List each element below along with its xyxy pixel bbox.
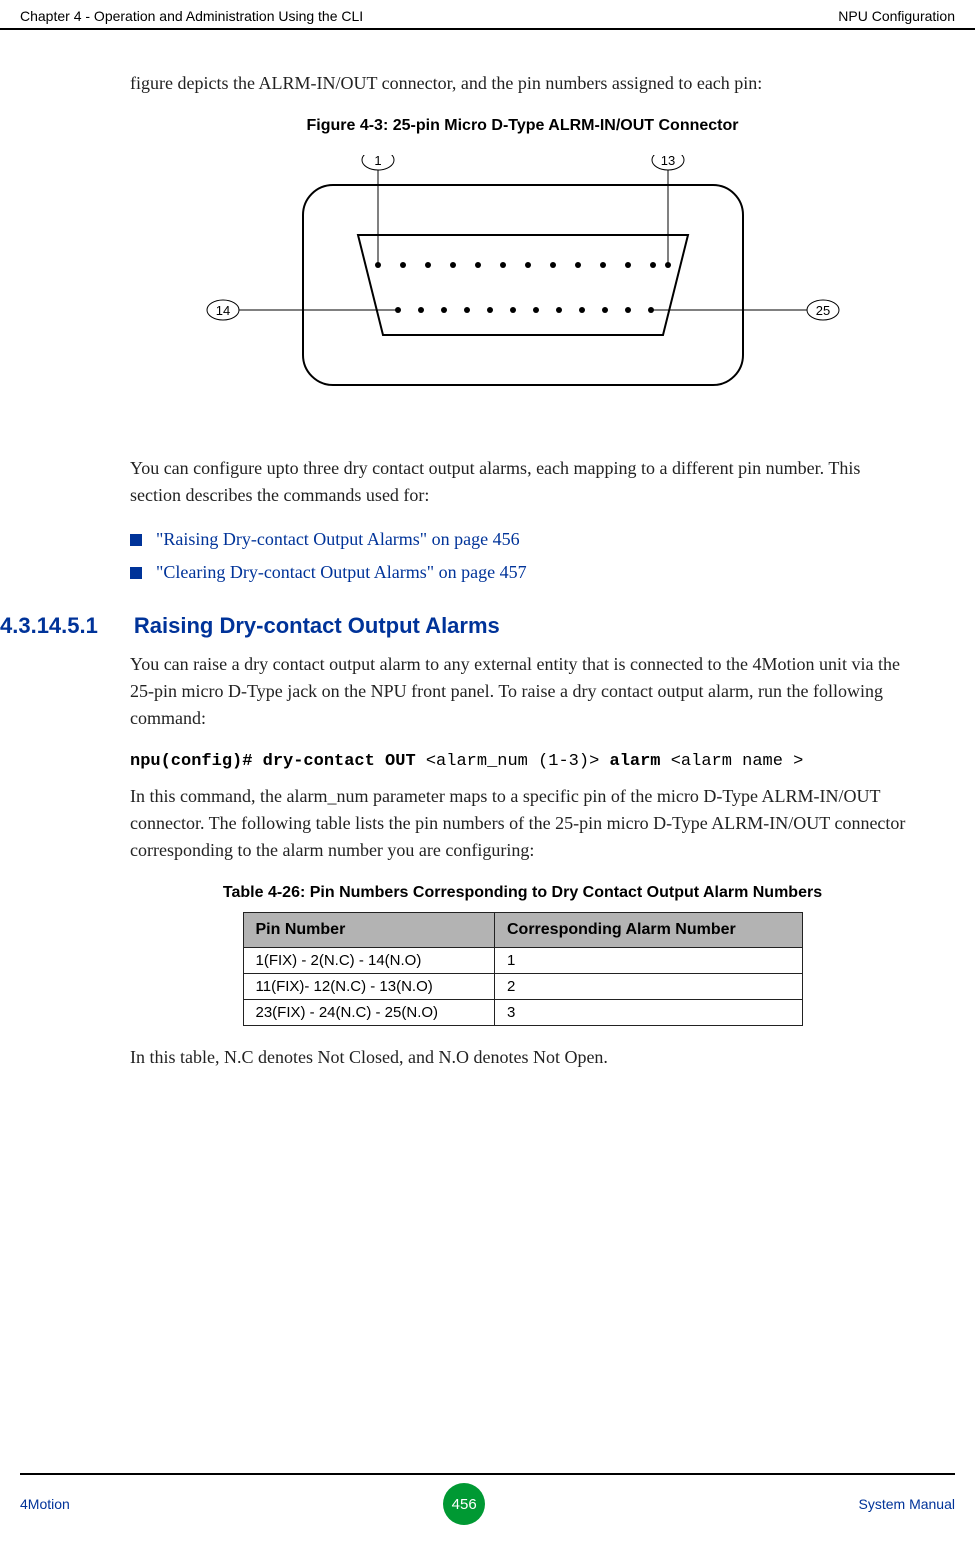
- after-figure-paragraph: You can configure upto three dry contact…: [130, 455, 915, 509]
- pin-table: Pin Number Corresponding Alarm Number 1(…: [243, 912, 803, 1026]
- section-heading: 4.3.14.5.1 Raising Dry-contact Output Al…: [0, 613, 915, 639]
- command-param: <alarm_num (1-3)>: [426, 752, 599, 771]
- header-right: NPU Configuration: [838, 8, 955, 24]
- intro-paragraph: figure depicts the ALRM-IN/OUT connector…: [130, 70, 915, 97]
- bullet-icon: [130, 567, 142, 579]
- footer-line: 4Motion 456 System Manual: [20, 1473, 955, 1525]
- table-caption: Table 4-26: Pin Numbers Corresponding to…: [130, 884, 915, 902]
- table-row: 23(FIX) - 24(N.C) - 25(N.O) 3: [243, 1000, 802, 1026]
- connector-diagram: 1 13 14 25: [130, 155, 915, 415]
- table-cell: 11(FIX)- 12(N.C) - 13(N.O): [243, 974, 494, 1000]
- section-title: Raising Dry-contact Output Alarms: [134, 613, 500, 639]
- table-cell: 3: [494, 1000, 802, 1026]
- table-cell: 1: [494, 948, 802, 974]
- connector-svg: 1 13 14 25: [203, 155, 843, 415]
- table-cell: 2: [494, 974, 802, 1000]
- table-header-row: Pin Number Corresponding Alarm Number: [243, 913, 802, 948]
- link-list: "Raising Dry-contact Output Alarms" on p…: [130, 529, 915, 583]
- table-header-alarm: Corresponding Alarm Number: [494, 913, 802, 948]
- footer-left: 4Motion: [20, 1496, 70, 1512]
- link-item-raising[interactable]: "Raising Dry-contact Output Alarms" on p…: [130, 529, 915, 550]
- section-paragraph-3: In this table, N.C denotes Not Closed, a…: [130, 1044, 915, 1071]
- section-paragraph-1: You can raise a dry contact output alarm…: [130, 651, 915, 732]
- footer-right: System Manual: [859, 1496, 955, 1512]
- bullet-icon: [130, 534, 142, 546]
- link-item-clearing[interactable]: "Clearing Dry-contact Output Alarms" on …: [130, 562, 915, 583]
- figure-caption: Figure 4-3: 25-pin Micro D-Type ALRM-IN/…: [130, 117, 915, 135]
- link-text: "Clearing Dry-contact Output Alarms" on …: [156, 562, 527, 583]
- page-header: Chapter 4 - Operation and Administration…: [0, 0, 975, 30]
- command-text-2: alarm: [599, 752, 670, 771]
- pin-label-1: 1: [374, 155, 381, 168]
- command-text: npu(config)# dry-contact OUT: [130, 752, 426, 771]
- page-number: 456: [443, 1483, 485, 1525]
- section-number: 4.3.14.5.1: [0, 613, 98, 639]
- command-param-2: <alarm name >: [671, 752, 804, 771]
- table-cell: 23(FIX) - 24(N.C) - 25(N.O): [243, 1000, 494, 1026]
- pin-label-13: 13: [660, 155, 674, 168]
- command-line: npu(config)# dry-contact OUT <alarm_num …: [130, 752, 915, 771]
- main-content: figure depicts the ALRM-IN/OUT connector…: [0, 30, 975, 1071]
- table-row: 11(FIX)- 12(N.C) - 13(N.O) 2: [243, 974, 802, 1000]
- pin-label-25: 25: [815, 303, 829, 318]
- table-row: 1(FIX) - 2(N.C) - 14(N.O) 1: [243, 948, 802, 974]
- table-header-pin: Pin Number: [243, 913, 494, 948]
- link-text: "Raising Dry-contact Output Alarms" on p…: [156, 529, 520, 550]
- page-footer: 4Motion 456 System Manual: [0, 1473, 975, 1525]
- table-cell: 1(FIX) - 2(N.C) - 14(N.O): [243, 948, 494, 974]
- pin-label-14: 14: [215, 303, 229, 318]
- section-paragraph-2: In this command, the alarm_num parameter…: [130, 783, 915, 864]
- header-left: Chapter 4 - Operation and Administration…: [20, 8, 363, 24]
